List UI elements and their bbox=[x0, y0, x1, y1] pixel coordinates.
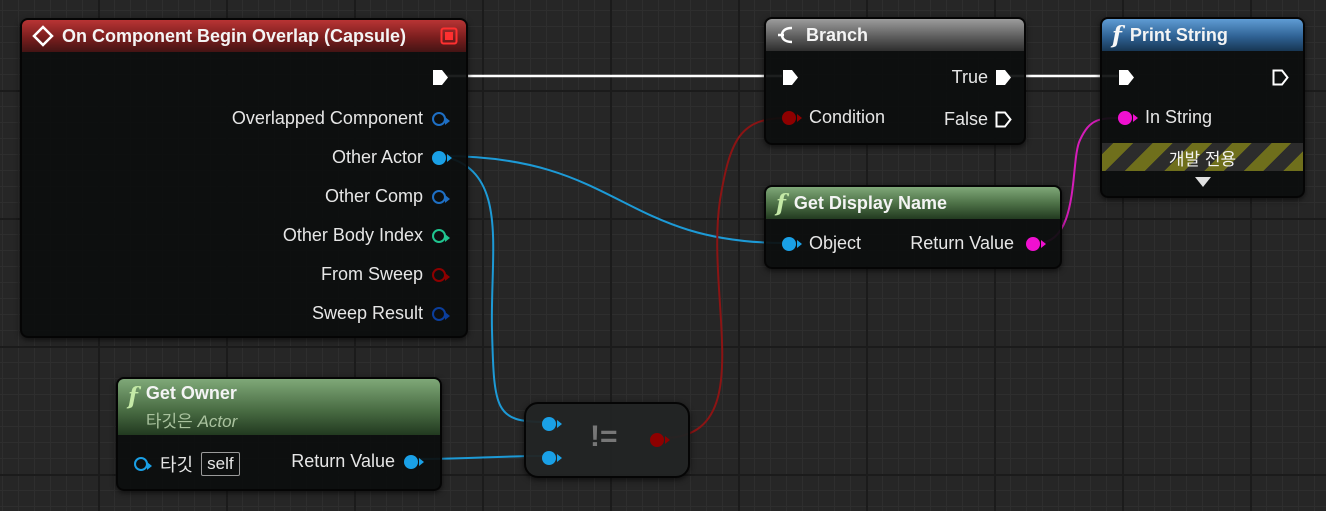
pin-row-from-sweep[interactable]: From Sweep bbox=[320, 264, 450, 285]
pin-label-other-body-index: Other Body Index bbox=[282, 225, 423, 245]
get-display-name-object-label: Object bbox=[809, 233, 862, 253]
print-in-string-label: In String bbox=[1145, 107, 1213, 127]
development-only-banner: 개발 전용 bbox=[1102, 143, 1303, 171]
branch-true-label: True bbox=[951, 67, 988, 87]
get-display-name-object-row[interactable]: Object bbox=[782, 233, 861, 254]
branch-condition-pin[interactable] bbox=[782, 110, 802, 125]
get-owner-return-row[interactable]: Return Value bbox=[291, 451, 424, 472]
pin-row-other-comp[interactable]: Other Comp bbox=[324, 186, 450, 207]
get-owner-return-pin[interactable] bbox=[404, 454, 424, 469]
print-string-header[interactable]: f Print String bbox=[1102, 19, 1303, 51]
get-display-name-object-pin[interactable] bbox=[782, 236, 802, 251]
pin-other-comp[interactable] bbox=[432, 189, 450, 204]
branch-icon bbox=[778, 26, 793, 44]
pin-row-sweep-result[interactable]: Sweep Result bbox=[311, 303, 450, 324]
get-owner-return-label: Return Value bbox=[291, 451, 395, 471]
branch-exec-input-pin[interactable] bbox=[782, 69, 799, 86]
get-display-name-return-label: Return Value bbox=[910, 233, 1014, 253]
get-owner-subtitle-prefix: 타깃은 bbox=[145, 412, 193, 431]
pin-label-from-sweep: From Sweep bbox=[320, 264, 423, 284]
get-owner-node[interactable]: f Get Owner 타깃은 Actor 타깃 self Return Val… bbox=[116, 377, 442, 491]
exec-output-pin[interactable] bbox=[432, 69, 449, 86]
pin-row-overlapped-component[interactable]: Overlapped Component bbox=[231, 108, 450, 129]
branch-false-row[interactable]: False bbox=[944, 109, 1012, 130]
branch-node-title: Branch bbox=[806, 24, 869, 45]
event-node-title: On Component Begin Overlap (Capsule) bbox=[62, 25, 407, 46]
get-display-name-node[interactable]: f Get Display Name Object Return Value bbox=[764, 185, 1062, 269]
branch-condition-row[interactable]: Condition bbox=[782, 107, 885, 128]
branch-node-header[interactable]: Branch bbox=[766, 19, 1024, 51]
get-owner-header[interactable]: f Get Owner 타깃은 Actor bbox=[118, 379, 440, 435]
pin-other-body-index[interactable] bbox=[432, 228, 450, 243]
get-owner-subtitle: 타깃은 Actor bbox=[146, 407, 237, 432]
branch-false-pin[interactable] bbox=[995, 111, 1012, 128]
get-owner-target-label: 타깃 bbox=[160, 455, 194, 475]
print-in-string-pin[interactable] bbox=[1118, 110, 1138, 125]
not-equal-node[interactable]: != bbox=[524, 402, 690, 478]
get-display-name-header[interactable]: f Get Display Name bbox=[766, 187, 1060, 219]
branch-condition-label: Condition bbox=[809, 107, 886, 127]
branch-node[interactable]: Branch True Condition False bbox=[764, 17, 1026, 145]
function-icon: f bbox=[776, 189, 786, 217]
delegate-square-icon[interactable] bbox=[440, 27, 458, 45]
not-equal-input-b-pin[interactable] bbox=[542, 451, 562, 465]
expand-arrow-icon[interactable] bbox=[1194, 176, 1212, 188]
pin-other-actor[interactable] bbox=[432, 150, 452, 165]
not-equal-input-a-pin[interactable] bbox=[542, 417, 562, 431]
get-owner-self-value[interactable]: self bbox=[201, 452, 240, 476]
function-icon: f bbox=[128, 383, 138, 410]
pin-label-other-comp: Other Comp bbox=[324, 186, 423, 206]
print-string-node[interactable]: f Print String In String 개발 전용 bbox=[1100, 17, 1305, 198]
print-string-title: Print String bbox=[1129, 24, 1228, 45]
get-owner-target-pin[interactable] bbox=[134, 457, 152, 471]
get-display-name-return-row[interactable]: Return Value bbox=[910, 233, 1046, 254]
pin-label-sweep-result: Sweep Result bbox=[311, 303, 423, 323]
pin-row-other-actor[interactable]: Other Actor bbox=[331, 147, 452, 168]
event-node-begin-overlap[interactable]: On Component Begin Overlap (Capsule) Ove… bbox=[20, 18, 468, 338]
pin-overlapped-component[interactable] bbox=[432, 111, 450, 126]
function-icon: f bbox=[1112, 21, 1122, 49]
get-owner-title: Get Owner bbox=[145, 383, 237, 403]
get-owner-target-row[interactable]: 타깃 self bbox=[134, 451, 240, 477]
event-node-header[interactable]: On Component Begin Overlap (Capsule) bbox=[22, 20, 466, 52]
development-only-label: 개발 전용 bbox=[1168, 149, 1237, 169]
pin-from-sweep[interactable] bbox=[432, 267, 450, 282]
pin-label-overlapped-component: Overlapped Component bbox=[231, 108, 423, 128]
branch-true-row[interactable]: True bbox=[952, 67, 1012, 88]
get-display-name-return-pin[interactable] bbox=[1026, 236, 1046, 251]
pin-sweep-result[interactable] bbox=[432, 306, 450, 321]
wire-not-equal-to-condition bbox=[662, 117, 787, 439]
branch-false-label: False bbox=[943, 109, 988, 129]
get-owner-subtitle-class: Actor bbox=[197, 412, 238, 431]
pin-row-other-body-index[interactable]: Other Body Index bbox=[282, 225, 450, 246]
not-equal-output-pin[interactable] bbox=[650, 433, 670, 447]
branch-true-pin[interactable] bbox=[995, 69, 1012, 86]
print-exec-input-pin[interactable] bbox=[1118, 69, 1135, 86]
print-exec-output-pin[interactable] bbox=[1272, 69, 1289, 86]
not-equal-operator: != bbox=[590, 420, 618, 453]
print-in-string-row[interactable]: In String bbox=[1118, 107, 1212, 128]
event-diamond-icon bbox=[32, 25, 54, 47]
pin-label-other-actor: Other Actor bbox=[331, 147, 423, 167]
get-display-name-title: Get Display Name bbox=[793, 192, 947, 213]
